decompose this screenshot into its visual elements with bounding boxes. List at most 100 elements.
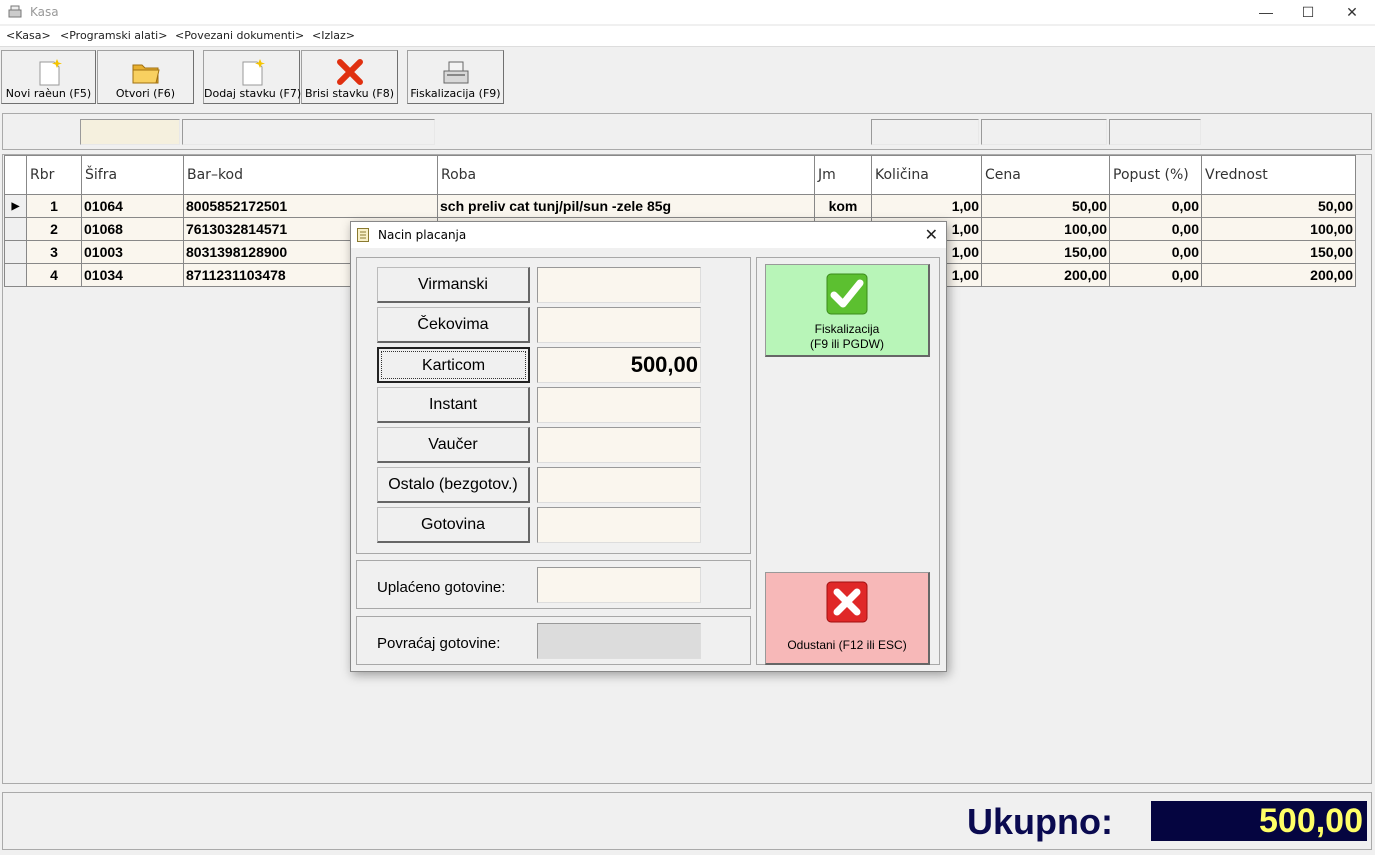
menu-povezani-dokumenti[interactable]: <Povezani dokumenti>: [175, 29, 304, 42]
new-invoice-label: Novi raèun (F5): [5, 87, 92, 100]
cell-cena[interactable]: 50,00: [981, 194, 1110, 218]
cell-vrednost[interactable]: 100,00: [1201, 217, 1356, 241]
row-selector[interactable]: [4, 263, 27, 287]
cell-jm[interactable]: kom: [814, 194, 872, 218]
add-item-label: Dodaj stavku (F7): [204, 87, 302, 100]
window-title: Kasa: [30, 5, 59, 19]
cell-sifra[interactable]: 01068: [81, 217, 184, 241]
filter-field-5[interactable]: [1109, 119, 1201, 145]
ostalo-amount-field[interactable]: [537, 467, 701, 503]
fiscalize-toolbar-button[interactable]: Fiskalizacija (F9): [407, 50, 504, 104]
vaucer-button[interactable]: Vaučer: [377, 427, 530, 463]
fiscalize-label-line2: (F9 ili PGDW): [810, 337, 884, 351]
cell-cena[interactable]: 150,00: [981, 240, 1110, 264]
cell-rbr[interactable]: 3: [26, 240, 82, 264]
karticom-button[interactable]: Karticom: [377, 347, 530, 383]
cell-popust[interactable]: 0,00: [1109, 194, 1202, 218]
folder-icon: [132, 64, 160, 84]
new-document-icon: [39, 59, 62, 86]
cell-popust[interactable]: 0,00: [1109, 217, 1202, 241]
table-header-row: Rbr Šifra Bar–kod Roba Jm Količina Cena …: [4, 155, 1356, 195]
column-header-cena[interactable]: Cena: [981, 155, 1110, 195]
row-selector[interactable]: [4, 240, 27, 264]
gotovina-amount-field[interactable]: [537, 507, 701, 543]
menu-programski-alati[interactable]: <Programski alati>: [60, 29, 167, 42]
cash-register-icon: [8, 5, 22, 18]
cash-paid-group: Uplaćeno gotovine:: [356, 560, 751, 609]
open-button[interactable]: Otvori (F6): [97, 50, 194, 104]
cell-sifra[interactable]: 01034: [81, 263, 184, 287]
menu-izlaz[interactable]: <Izlaz>: [312, 29, 355, 42]
filter-field-4[interactable]: [981, 119, 1107, 145]
maximize-button[interactable]: ☐: [1285, 0, 1331, 24]
cell-barkod[interactable]: 8005852172501: [183, 194, 438, 218]
virmanski-button[interactable]: Virmanski: [377, 267, 530, 303]
cash-paid-field[interactable]: [537, 567, 701, 603]
dialog-close-icon[interactable]: ✕: [925, 225, 938, 245]
cekovima-button[interactable]: Čekovima: [377, 307, 530, 343]
virmanski-amount-field[interactable]: [537, 267, 701, 303]
change-field: [537, 623, 701, 659]
cash-register-icon: [443, 61, 468, 84]
column-header-roba[interactable]: Roba: [437, 155, 815, 195]
column-header-kolicina[interactable]: Količina: [871, 155, 982, 195]
total-label: Ukupno:: [967, 801, 1113, 842]
filter-field-3[interactable]: [871, 119, 979, 145]
cell-rbr[interactable]: 2: [26, 217, 82, 241]
instant-amount-field[interactable]: [537, 387, 701, 423]
column-header-vrednost[interactable]: Vrednost: [1201, 155, 1356, 195]
cell-cena[interactable]: 200,00: [981, 263, 1110, 287]
menu-bar: <Kasa> <Programski alati> <Povezani doku…: [0, 26, 1375, 46]
column-header-rbr[interactable]: Rbr: [26, 155, 82, 195]
instant-button[interactable]: Instant: [377, 387, 530, 423]
column-header-sifra[interactable]: Šifra: [81, 155, 184, 195]
table-row[interactable]: ▶ 1 01064 8005852172501 sch preliv cat t…: [4, 194, 1356, 218]
menu-kasa[interactable]: <Kasa>: [6, 29, 51, 42]
row-selector[interactable]: [4, 217, 27, 241]
cell-popust[interactable]: 0,00: [1109, 263, 1202, 287]
cell-vrednost[interactable]: 150,00: [1201, 240, 1356, 264]
column-header-jm[interactable]: Jm: [814, 155, 872, 195]
cell-rbr[interactable]: 4: [26, 263, 82, 287]
add-item-button[interactable]: Dodaj stavku (F7): [203, 50, 302, 104]
close-window-button[interactable]: ✕: [1329, 0, 1375, 24]
cell-vrednost[interactable]: 200,00: [1201, 263, 1356, 287]
payment-method-dialog: Nacin placanja ✕ Virmanski Čekovima Kart…: [350, 221, 947, 672]
current-row-arrow-icon: ▶: [4, 194, 27, 218]
new-invoice-button[interactable]: Novi raèun (F5): [1, 50, 96, 104]
total-value: 500,00: [1151, 801, 1367, 841]
payment-methods-group: Virmanski Čekovima Karticom 500,00 Insta…: [356, 257, 751, 554]
karticom-amount-field[interactable]: 500,00: [537, 347, 701, 383]
cell-roba[interactable]: sch preliv cat tunj/pil/sun -zele 85g: [437, 194, 815, 218]
cancel-button[interactable]: Odustani (F12 ili ESC): [765, 572, 930, 665]
toolbar: Novi raèun (F5) Otvori (F6) Dodaj stavku…: [0, 46, 1375, 106]
cash-paid-label: Uplaćeno gotovine:: [377, 579, 506, 596]
filter-bar: [2, 113, 1372, 150]
fiscalize-button[interactable]: Fiskalizacija (F9 ili PGDW): [765, 264, 930, 357]
cell-popust[interactable]: 0,00: [1109, 240, 1202, 264]
delete-x-icon: [336, 59, 363, 85]
gotovina-button[interactable]: Gotovina: [377, 507, 530, 543]
change-group: Povraćaj gotovine:: [356, 616, 751, 665]
cell-rbr[interactable]: 1: [26, 194, 82, 218]
delete-item-button[interactable]: Brisi stavku (F8): [301, 50, 398, 104]
cell-kolicina[interactable]: 1,00: [871, 194, 982, 218]
cell-cena[interactable]: 100,00: [981, 217, 1110, 241]
open-label: Otvori (F6): [115, 87, 176, 100]
total-bar: Ukupno: 500,00: [2, 792, 1372, 850]
filter-field-1[interactable]: [80, 119, 180, 145]
vaucer-amount-field[interactable]: [537, 427, 701, 463]
cell-sifra[interactable]: 01064: [81, 194, 184, 218]
column-header-barkod[interactable]: Bar–kod: [183, 155, 438, 195]
fiscalize-label-line1: Fiskalizacija: [814, 322, 880, 336]
new-document-icon: [242, 59, 265, 86]
filter-field-2[interactable]: [182, 119, 435, 145]
cell-vrednost[interactable]: 50,00: [1201, 194, 1356, 218]
minimize-button[interactable]: —: [1243, 0, 1289, 24]
change-label: Povraćaj gotovine:: [377, 635, 501, 652]
ostalo-button[interactable]: Ostalo (bezgotov.): [377, 467, 530, 503]
column-header-popust[interactable]: Popust (%): [1109, 155, 1202, 195]
dialog-title: Nacin placanja: [378, 228, 467, 242]
cell-sifra[interactable]: 01003: [81, 240, 184, 264]
cekovima-amount-field[interactable]: [537, 307, 701, 343]
